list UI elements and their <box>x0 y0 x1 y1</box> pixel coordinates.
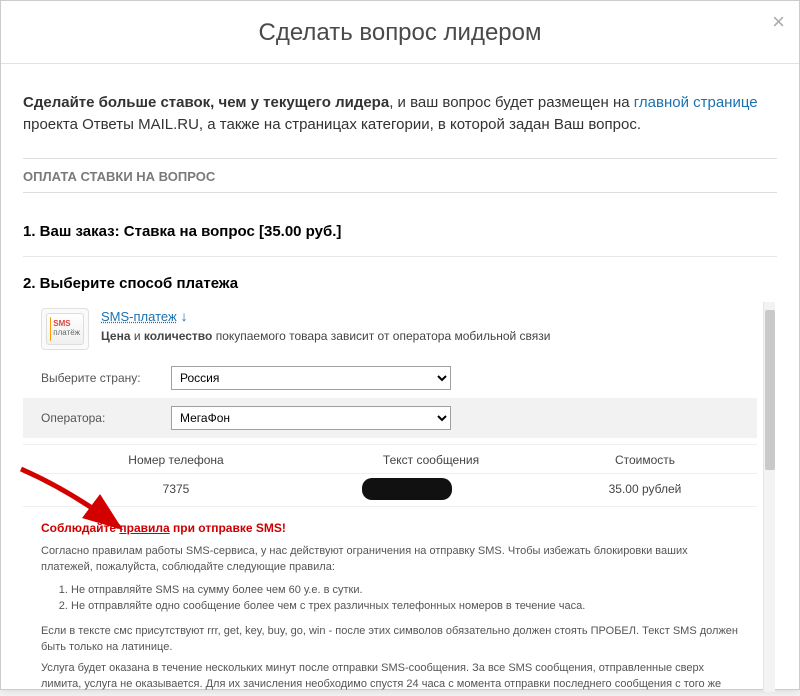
fine-print: Согласно правилам работы SMS-сервиса, у … <box>23 543 757 692</box>
lead-rest1: , и ваш вопрос будет размещен на <box>389 94 634 111</box>
fine-p3: Услуга будет оказана в течение нескольки… <box>41 660 739 692</box>
country-label: Выберите страну: <box>41 371 171 385</box>
sms-text-col: SMS-платеж↓ Цена и количество покупаемог… <box>101 308 550 343</box>
operator-row: Оператора: МегаФон <box>23 398 757 438</box>
fine-li1: Не отправляйте SMS на сумму более чем 60… <box>71 582 739 599</box>
order-block: 1. Ваш заказ: Ставка на вопрос [35.00 ру… <box>1 203 799 696</box>
scrollbar[interactable] <box>763 302 775 692</box>
fine-li2: Не отправляйте одно сообщение более чем … <box>71 598 739 615</box>
table-header: Номер телефона Текст сообщения Стоимость <box>23 444 757 473</box>
step1-title: 1. Ваш заказ: Ставка на вопрос [35.00 ру… <box>23 215 777 250</box>
modal-content: Сделайте больше ставок, чем у текущего л… <box>1 64 799 203</box>
operator-label: Оператора: <box>41 411 171 425</box>
sms-warning: Соблюдайте правила при отправке SMS! <box>23 507 757 543</box>
country-row: Выберите страну: Россия <box>23 358 757 398</box>
td-phone: 7375 <box>41 482 311 496</box>
sms-badge-icon: SMS платёж <box>41 308 89 350</box>
fine-p2: Если в тексте смс присутствуют rrr, get,… <box>41 623 739 656</box>
operator-select[interactable]: МегаФон <box>171 406 451 430</box>
fine-p1: Согласно правилам работы SMS-сервиса, у … <box>41 543 739 576</box>
country-select[interactable]: Россия <box>171 366 451 390</box>
th-cost: Стоимость <box>551 453 739 467</box>
th-phone: Номер телефона <box>41 453 311 467</box>
close-icon[interactable]: × <box>772 9 785 35</box>
sms-description: Цена и количество покупаемого товара зав… <box>101 329 550 343</box>
arrow-down-icon: ↓ <box>177 308 188 324</box>
section-bar: ОПЛАТА СТАВКИ НА ВОПРОС <box>23 158 777 193</box>
divider <box>23 256 777 257</box>
sms-method-row: SMS платёж SMS-платеж↓ Цена и количество… <box>23 302 757 358</box>
rules-link[interactable]: правила <box>119 521 169 535</box>
redaction-scribble <box>362 478 452 500</box>
scrollbar-thumb[interactable] <box>765 310 775 470</box>
td-cost: 35.00 рублей <box>551 482 739 496</box>
th-msg: Текст сообщения <box>311 453 551 467</box>
lead-bold: Сделайте больше ставок, чем у текущего л… <box>23 94 389 111</box>
lead-text: Сделайте больше ставок, чем у текущего л… <box>23 92 777 136</box>
td-msg <box>311 482 551 496</box>
step2-title: 2. Выберите способ платежа <box>23 267 777 302</box>
modal-title: Сделать вопрос лидером <box>1 1 799 64</box>
link-main-page[interactable]: главной странице <box>634 94 758 111</box>
payment-scroll-area: SMS платёж SMS-платеж↓ Цена и количество… <box>23 302 777 692</box>
table-row: 7375 35.00 рублей <box>23 473 757 507</box>
modal: × Сделать вопрос лидером Сделайте больше… <box>0 0 800 690</box>
sms-payment-link[interactable]: SMS-платеж <box>101 309 177 324</box>
lead-rest2: проекта Ответы MAIL.RU, а также на стран… <box>23 116 641 133</box>
